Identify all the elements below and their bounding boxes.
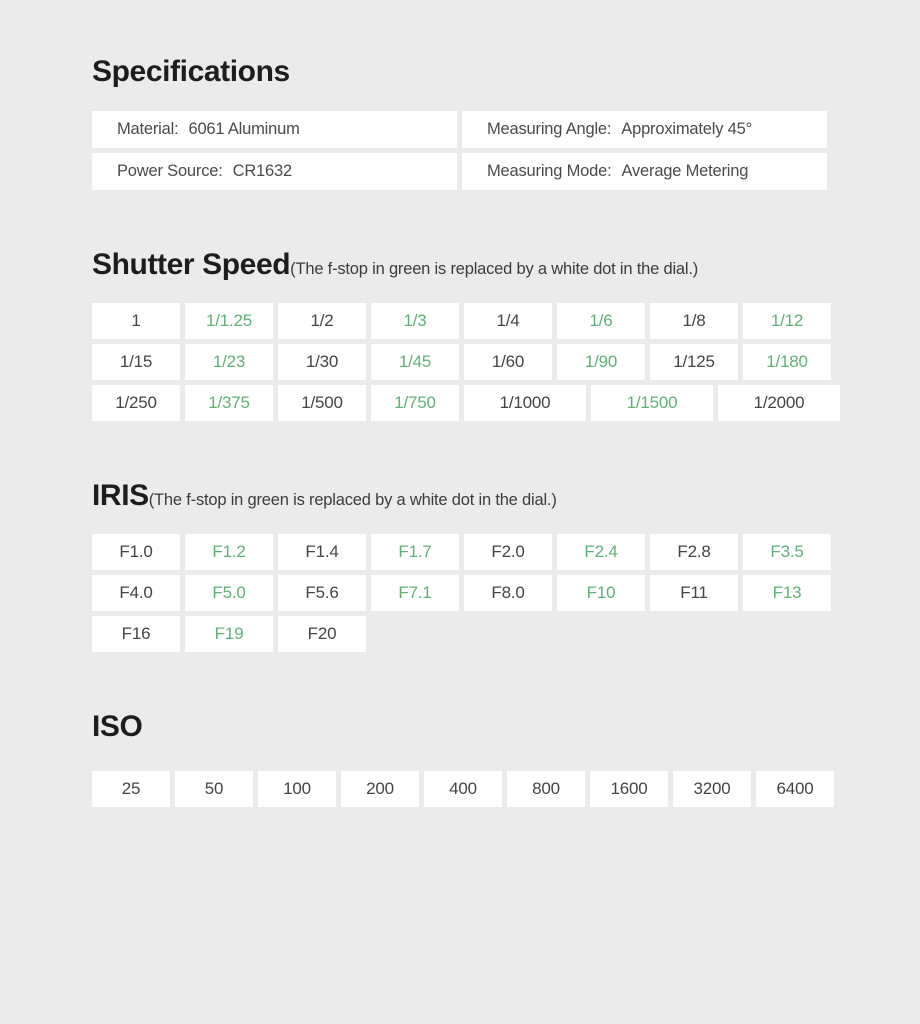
value-cell: 1/8 xyxy=(650,303,738,339)
value-cell: 1/30 xyxy=(278,344,366,380)
value-cell: 1/2000 xyxy=(718,385,840,421)
spec-row-measuring-mode: Measuring Mode: Average Metering xyxy=(462,153,827,190)
value-cell: F1.2 xyxy=(185,534,273,570)
value-cell: 800 xyxy=(507,771,585,807)
value-cell: 400 xyxy=(424,771,502,807)
value-cell: F1.0 xyxy=(92,534,180,570)
value-cell: 200 xyxy=(341,771,419,807)
value-cell: F4.0 xyxy=(92,575,180,611)
value-cell: 25 xyxy=(92,771,170,807)
value-cell: F5.6 xyxy=(278,575,366,611)
iris-title: IRIS xyxy=(92,479,149,512)
value-cell: 1/23 xyxy=(185,344,273,380)
spec-value-measuring-angle: Approximately 45° xyxy=(621,120,752,138)
value-cell: F11 xyxy=(650,575,738,611)
value-cell: 1/375 xyxy=(185,385,273,421)
value-cell: F7.1 xyxy=(371,575,459,611)
spec-label-power-source: Power Source: xyxy=(117,162,223,180)
value-cell: 3200 xyxy=(673,771,751,807)
shutter-speed-subtitle: (The f-stop in green is replaced by a wh… xyxy=(290,260,699,278)
grid-row: F1.0 F1.2 F1.4 F1.7 F2.0 F2.4 F2.8 F3.5 xyxy=(92,534,920,570)
value-cell: 1/15 xyxy=(92,344,180,380)
value-cell: 1/4 xyxy=(464,303,552,339)
specifications-column-left: Material: 6061 Aluminum Power Source: CR… xyxy=(92,111,457,190)
spec-value-measuring-mode: Average Metering xyxy=(621,162,749,180)
shutter-speed-title: Shutter Speed xyxy=(92,248,291,281)
specifications-column-right: Measuring Angle: Approximately 45° Measu… xyxy=(462,111,827,190)
value-cell: F3.5 xyxy=(743,534,831,570)
value-cell: 1/250 xyxy=(92,385,180,421)
grid-row: 1/15 1/23 1/30 1/45 1/60 1/90 1/125 1/180 xyxy=(92,344,920,380)
spec-sheet-page: Specifications Material: 6061 Aluminum P… xyxy=(0,0,920,1024)
value-cell: 50 xyxy=(175,771,253,807)
value-cell: 1/45 xyxy=(371,344,459,380)
spec-label-material: Material: xyxy=(117,120,179,138)
shutter-speed-heading: Shutter Speed (The f-stop in green is re… xyxy=(0,190,920,281)
value-cell: F8.0 xyxy=(464,575,552,611)
value-cell: F2.8 xyxy=(650,534,738,570)
value-cell: F5.0 xyxy=(185,575,273,611)
value-cell: F16 xyxy=(92,616,180,652)
value-cell: 1/3 xyxy=(371,303,459,339)
spec-row-measuring-angle: Measuring Angle: Approximately 45° xyxy=(462,111,827,148)
spec-label-measuring-angle: Measuring Angle: xyxy=(487,120,612,138)
specifications-title: Specifications xyxy=(92,55,290,88)
value-cell: 1/90 xyxy=(557,344,645,380)
value-cell: 1/60 xyxy=(464,344,552,380)
value-cell: F1.7 xyxy=(371,534,459,570)
value-cell: 1/2 xyxy=(278,303,366,339)
iris-heading: IRIS (The f-stop in green is replaced by… xyxy=(0,421,920,512)
value-cell: 1/1000 xyxy=(464,385,586,421)
value-cell: 1/1500 xyxy=(591,385,713,421)
value-cell: 1600 xyxy=(590,771,668,807)
iso-heading: ISO xyxy=(0,652,920,743)
spec-value-power-source: CR1632 xyxy=(232,162,293,180)
iso-grid: 25 50 100 200 400 800 1600 3200 6400 xyxy=(0,771,920,807)
value-cell: F10 xyxy=(557,575,645,611)
grid-row: F16 F19 F20 xyxy=(92,616,920,652)
iso-title: ISO xyxy=(92,710,143,743)
value-cell: 1 xyxy=(92,303,180,339)
value-cell: F2.4 xyxy=(557,534,645,570)
specifications-table: Material: 6061 Aluminum Power Source: CR… xyxy=(0,111,920,190)
grid-row: 25 50 100 200 400 800 1600 3200 6400 xyxy=(92,771,920,807)
spec-label-measuring-mode: Measuring Mode: xyxy=(487,162,612,180)
value-cell: F20 xyxy=(278,616,366,652)
value-cell: F13 xyxy=(743,575,831,611)
value-cell: 6400 xyxy=(756,771,834,807)
grid-row: 1/250 1/375 1/500 1/750 1/1000 1/1500 1/2000 xyxy=(92,385,920,421)
value-cell: F2.0 xyxy=(464,534,552,570)
value-cell: 1/180 xyxy=(743,344,831,380)
spec-row-material: Material: 6061 Aluminum xyxy=(92,111,457,148)
value-cell: F19 xyxy=(185,616,273,652)
shutter-speed-grid: 1 1/1.25 1/2 1/3 1/4 1/6 1/8 1/12 1/15 1/23 1/30 1/… xyxy=(0,303,920,421)
grid-row: F4.0 F5.0 F5.6 F7.1 F8.0 F10 F11 F13 xyxy=(92,575,920,611)
value-cell: 1/750 xyxy=(371,385,459,421)
specifications-heading: Specifications xyxy=(0,0,920,88)
value-cell: 1/500 xyxy=(278,385,366,421)
value-cell: 1/125 xyxy=(650,344,738,380)
spec-row-power-source: Power Source: CR1632 xyxy=(92,153,457,190)
value-cell: 1/12 xyxy=(743,303,831,339)
value-cell: F1.4 xyxy=(278,534,366,570)
iris-grid: F1.0 F1.2 F1.4 F1.7 F2.0 F2.4 F2.8 F3.5 F4.0 F5.0… xyxy=(0,534,920,652)
grid-row: 1 1/1.25 1/2 1/3 1/4 1/6 1/8 1/12 xyxy=(92,303,920,339)
value-cell: 1/6 xyxy=(557,303,645,339)
iris-subtitle: (The f-stop in green is replaced by a wh… xyxy=(148,491,557,509)
value-cell: 100 xyxy=(258,771,336,807)
value-cell: 1/1.25 xyxy=(185,303,273,339)
spec-value-material: 6061 Aluminum xyxy=(188,120,300,138)
